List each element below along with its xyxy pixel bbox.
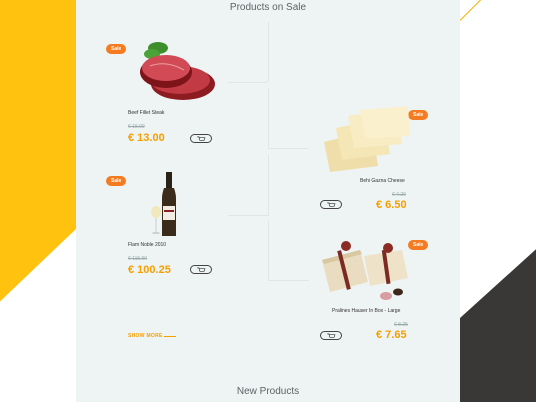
- connector-line: [268, 88, 309, 149]
- wine-bottle-image: [151, 172, 176, 236]
- product-name: Behi Gazna Cheese: [360, 178, 405, 184]
- cart-icon: [326, 333, 335, 338]
- show-more-underline: [164, 336, 176, 337]
- products-panel: Products on Sale Sale Beef Fillet Steak …: [76, 0, 460, 402]
- old-price: € 7.20: [392, 192, 406, 198]
- dark-decor: [456, 249, 536, 402]
- products-on-sale-title: Products on Sale: [229, 2, 307, 13]
- beef-steak-image: [140, 42, 215, 100]
- old-price: € 115.00: [128, 256, 148, 262]
- show-more-link[interactable]: SHOW MORE: [128, 333, 163, 339]
- connector-line: [228, 155, 269, 216]
- pralines-box-image: [322, 241, 408, 300]
- product-name: Pralines Hauser In Box - Large: [332, 308, 401, 314]
- connector-line: [228, 22, 269, 83]
- sale-price: € 13.00: [128, 132, 165, 144]
- add-to-cart-button[interactable]: [190, 265, 212, 274]
- connector-line: [268, 220, 309, 281]
- cart-icon: [326, 202, 335, 207]
- sale-badge: Sale: [106, 44, 127, 54]
- add-to-cart-button[interactable]: [320, 200, 342, 209]
- add-to-cart-button[interactable]: [190, 134, 212, 143]
- product-name: Flam Noble 2010: [128, 242, 167, 248]
- old-price: € 15.00: [128, 124, 145, 130]
- sale-price: € 7.65: [376, 329, 407, 341]
- cart-icon: [196, 136, 205, 141]
- cheese-image: [324, 106, 410, 172]
- cart-icon: [196, 267, 205, 272]
- add-to-cart-button[interactable]: [320, 331, 342, 340]
- product-name: Beef Fillet Steak: [128, 110, 165, 116]
- yellow-decor: [0, 0, 80, 302]
- sale-badge: Sale: [106, 176, 127, 186]
- new-products-title: New Products: [236, 386, 300, 397]
- sale-price: € 6.50: [376, 199, 407, 211]
- old-price: € 8.25: [394, 322, 408, 328]
- accent-line-decor: [459, 0, 483, 21]
- sale-price: € 100.25: [128, 264, 171, 276]
